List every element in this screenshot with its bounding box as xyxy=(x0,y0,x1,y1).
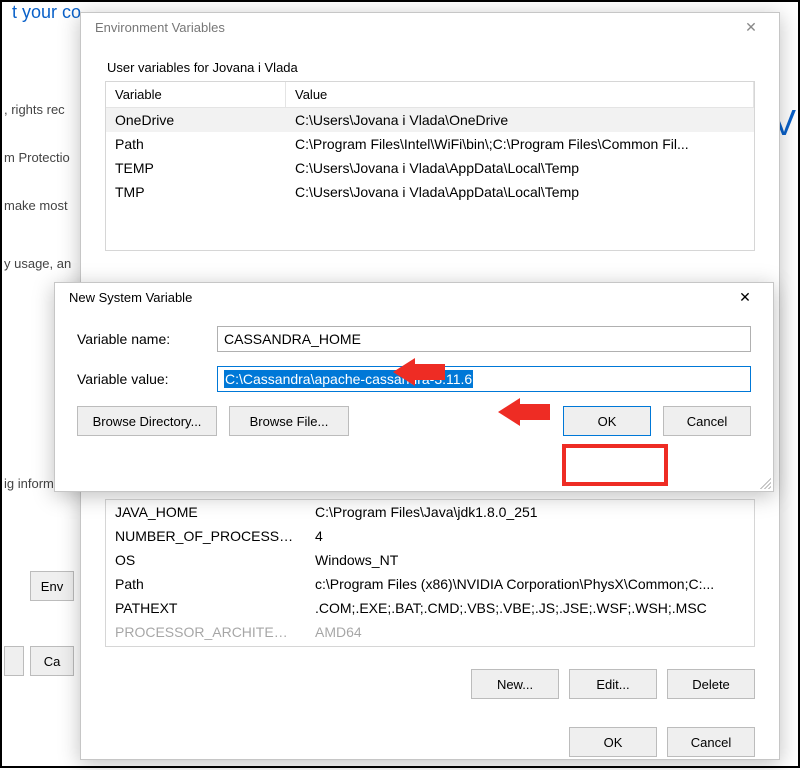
bg-text: , rights rec xyxy=(4,102,65,117)
selected-value-text: C:\Cassandra\apache-cassandra-3.11.6 xyxy=(224,370,473,388)
button-partial[interactable] xyxy=(4,646,24,676)
resize-grip-icon[interactable] xyxy=(757,475,771,489)
bg-text: m Protectio xyxy=(4,150,70,165)
env-button-partial[interactable]: Env xyxy=(30,571,74,601)
edit-button[interactable]: Edit... xyxy=(569,669,657,699)
variable-value-input[interactable]: C:\Cassandra\apache-cassandra-3.11.6 xyxy=(217,366,751,392)
new-system-variable-dialog: New System Variable ✕ Variable name: Var… xyxy=(54,282,774,492)
table-row[interactable]: PROCESSOR_ARCHITECTU AMD64 xyxy=(106,620,754,644)
dialog-title: New System Variable xyxy=(69,290,192,305)
cell-value: C:\Program Files\Java\jdk1.8.0_251 xyxy=(306,500,754,524)
col-value[interactable]: Value xyxy=(286,82,754,108)
titlebar: Environment Variables ✕ xyxy=(81,13,779,42)
cell-value: AMD64 xyxy=(306,620,754,644)
cell-variable: OneDrive xyxy=(106,108,286,132)
cell-variable: PROCESSOR_ARCHITECTU xyxy=(106,620,306,644)
user-variables-label: User variables for Jovana i Vlada xyxy=(107,60,779,75)
cancel-button[interactable]: Cancel xyxy=(667,727,755,757)
table-row[interactable]: PATHEXT .COM;.EXE;.BAT;.CMD;.VBS;.VBE;.J… xyxy=(106,596,754,620)
cell-value: c:\Program Files (x86)\NVIDIA Corporatio… xyxy=(306,572,754,596)
table-row[interactable]: Path c:\Program Files (x86)\NVIDIA Corpo… xyxy=(106,572,754,596)
new-button[interactable]: New... xyxy=(471,669,559,699)
col-variable[interactable]: Variable xyxy=(106,82,286,108)
cell-value: 4 xyxy=(306,524,754,548)
table-row[interactable]: NUMBER_OF_PROCESSORS 4 xyxy=(106,524,754,548)
cell-variable: PATHEXT xyxy=(106,596,306,620)
dialog-title: Environment Variables xyxy=(95,20,225,35)
variable-name-input[interactable] xyxy=(217,326,751,352)
cancel-button[interactable]: Cancel xyxy=(663,406,751,436)
variable-value-label: Variable value: xyxy=(77,371,217,387)
cancel-button-partial[interactable]: Ca xyxy=(30,646,74,676)
ok-button[interactable]: OK xyxy=(563,406,651,436)
system-variables-table[interactable]: JAVA_HOME C:\Program Files\Java\jdk1.8.0… xyxy=(105,499,755,647)
titlebar: New System Variable ✕ xyxy=(55,283,773,312)
bg-text: y usage, an xyxy=(4,256,71,271)
table-row[interactable]: TMP C:\Users\Jovana i Vlada\AppData\Loca… xyxy=(106,180,754,204)
browse-directory-button[interactable]: Browse Directory... xyxy=(77,406,217,436)
cell-variable: TEMP xyxy=(106,156,286,180)
delete-button[interactable]: Delete xyxy=(667,669,755,699)
cell-variable: JAVA_HOME xyxy=(106,500,306,524)
cell-value: C:\Users\Jovana i Vlada\OneDrive xyxy=(286,108,754,132)
cell-value: Windows_NT xyxy=(306,548,754,572)
cell-variable: TMP xyxy=(106,180,286,204)
browse-file-button[interactable]: Browse File... xyxy=(229,406,349,436)
table-row[interactable]: Path C:\Program Files\Intel\WiFi\bin\;C:… xyxy=(106,132,754,156)
cell-value: C:\Users\Jovana i Vlada\AppData\Local\Te… xyxy=(286,156,754,180)
close-icon[interactable]: ✕ xyxy=(727,289,763,306)
table-row[interactable]: OneDrive C:\Users\Jovana i Vlada\OneDriv… xyxy=(106,108,754,132)
table-header: Variable Value xyxy=(106,82,754,108)
close-icon[interactable]: ✕ xyxy=(733,19,769,36)
table-row[interactable]: TEMP C:\Users\Jovana i Vlada\AppData\Loc… xyxy=(106,156,754,180)
bg-text: ig informa xyxy=(4,476,61,491)
cell-value: .COM;.EXE;.BAT;.CMD;.VBS;.VBE;.JS;.JSE;.… xyxy=(306,596,754,620)
ok-button[interactable]: OK xyxy=(569,727,657,757)
cell-value: C:\Program Files\Intel\WiFi\bin\;C:\Prog… xyxy=(286,132,754,156)
cell-variable: Path xyxy=(106,572,306,596)
user-variables-table[interactable]: Variable Value OneDrive C:\Users\Jovana … xyxy=(105,81,755,251)
cell-value: C:\Users\Jovana i Vlada\AppData\Local\Te… xyxy=(286,180,754,204)
cell-variable: NUMBER_OF_PROCESSORS xyxy=(106,524,306,548)
cell-variable: OS xyxy=(106,548,306,572)
bg-text: make most xyxy=(4,198,68,213)
table-row[interactable]: OS Windows_NT xyxy=(106,548,754,572)
cell-variable: Path xyxy=(106,132,286,156)
table-row[interactable]: JAVA_HOME C:\Program Files\Java\jdk1.8.0… xyxy=(106,500,754,524)
variable-name-label: Variable name: xyxy=(77,331,217,347)
